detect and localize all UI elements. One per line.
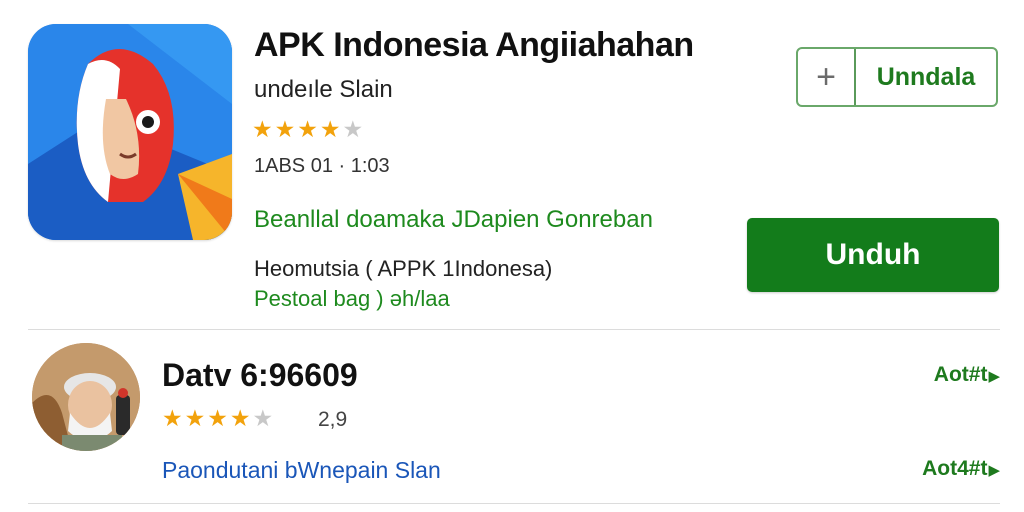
list-item-action-top[interactable]: Aot#t▶ — [934, 363, 1000, 387]
app-icon[interactable] — [28, 24, 232, 240]
app-meta: 1ABS 01 · 1:03 — [254, 155, 390, 177]
star-filled-icon: ★ — [229, 405, 251, 431]
list-item-rating-value: 2,9 — [318, 408, 348, 431]
app-card: APK Indonesia Angiiahahan undeıle Slain … — [0, 0, 1024, 328]
star-filled-icon: ★ — [162, 405, 183, 431]
avatar — [32, 343, 140, 451]
chevron-right-icon: ▶ — [988, 462, 1000, 479]
plus-icon[interactable]: + — [798, 49, 856, 105]
list-item-description[interactable]: Paondutani bWnepain Slan — [162, 457, 441, 484]
star-empty-icon: ★ — [342, 116, 364, 142]
list-item[interactable]: Datv 6:96609 ★ ★ ★ ★ ★ 2,9 Paondutani bW… — [0, 335, 1024, 505]
app-tags[interactable]: Pestoal bag ) əh/laa — [254, 286, 450, 312]
star-filled-icon: ★ — [274, 116, 296, 142]
star-filled-icon: ★ — [297, 116, 318, 142]
list-item-action-bottom-label: Aot4#t — [922, 457, 988, 480]
star-filled-icon: ★ — [184, 405, 206, 431]
star-empty-icon: ★ — [252, 405, 274, 431]
avatar-image-icon — [32, 343, 140, 451]
app-rating-stars: ★ ★ ★ ★ ★ — [252, 118, 363, 141]
app-title: APK Indonesia Angiiahahan — [254, 26, 694, 64]
list-item-action-top-label: Aot#t — [933, 363, 988, 386]
star-filled-icon: ★ — [207, 405, 228, 431]
list-item-action-bottom[interactable]: Aot4#t▶ — [922, 457, 1000, 481]
app-logo-icon — [28, 24, 232, 240]
list-item-title: Datv 6:96609 — [162, 357, 358, 393]
secondary-download-label: Unndala — [876, 62, 976, 91]
download-button[interactable]: Unduh — [747, 218, 999, 292]
chevron-right-icon: ▶ — [988, 368, 1000, 385]
app-subtitle: undeıle Slain — [254, 76, 393, 103]
secondary-download-button[interactable]: + Unndala — [796, 47, 998, 107]
star-filled-icon: ★ — [319, 116, 341, 142]
app-description[interactable]: Beanllal doamaka JDapien Gonreban — [254, 206, 653, 234]
star-filled-icon: ★ — [252, 116, 273, 142]
divider — [28, 329, 1000, 330]
divider — [28, 503, 1000, 504]
list-item-rating-stars: ★ ★ ★ ★ ★ — [162, 407, 273, 430]
app-developer: Heomutsia ( APPK 1Indonesa) — [254, 256, 553, 281]
